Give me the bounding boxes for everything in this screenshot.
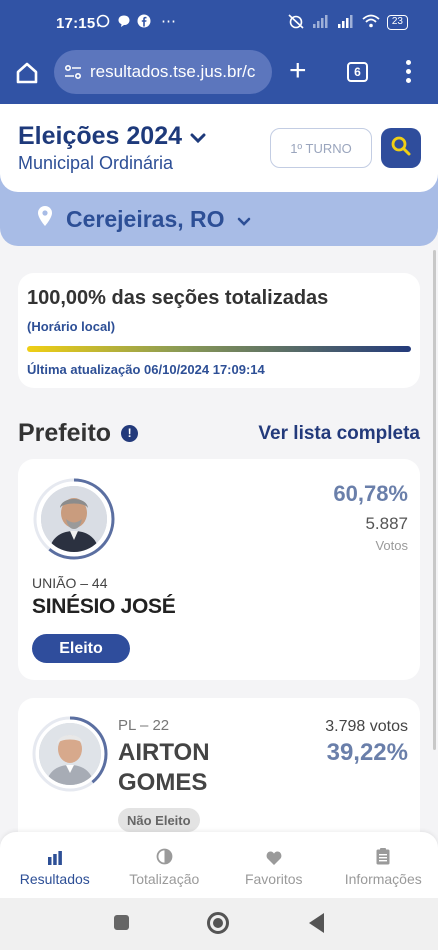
nav-label: Favoritos bbox=[244, 871, 303, 887]
totalization-card: 100,00% das seções totalizadas (Horário … bbox=[18, 273, 420, 388]
scrollbar[interactable] bbox=[433, 250, 436, 750]
avatar bbox=[39, 723, 101, 785]
clipboard-icon bbox=[376, 847, 390, 865]
new-tab-icon[interactable]: + bbox=[289, 56, 307, 86]
home-button[interactable] bbox=[207, 912, 229, 934]
signal-icon bbox=[312, 14, 330, 31]
chat-icon bbox=[117, 14, 131, 31]
candidate-party: UNIÃO – 44 bbox=[32, 575, 108, 591]
nav-label: Informações bbox=[344, 871, 422, 887]
system-icons: 23 bbox=[287, 13, 408, 32]
facebook-icon bbox=[137, 14, 151, 31]
turn-button[interactable]: 1º TURNO bbox=[270, 128, 372, 168]
candidate-name: SINÉSIO JOSÉ bbox=[32, 595, 176, 618]
office-title: Prefeito bbox=[18, 419, 112, 447]
progress-fill bbox=[27, 346, 411, 352]
totalization-progress-bar bbox=[27, 346, 411, 352]
candidate-percent: 60,78% bbox=[333, 481, 408, 506]
local-time-label: (Horário local) bbox=[27, 319, 116, 334]
search-icon bbox=[390, 135, 412, 162]
totalization-title: 100,00% das seções totalizadas bbox=[27, 287, 329, 309]
office-heading: Prefeito ! bbox=[18, 419, 139, 448]
browser-toolbar: resultados.tse.jus.br/c + 6 bbox=[0, 46, 438, 104]
search-button[interactable] bbox=[381, 128, 421, 168]
election-header: Eleições 2024 Municipal Ordinária 1º TUR… bbox=[0, 104, 438, 192]
system-navigation-bar bbox=[0, 898, 438, 950]
whatsapp-icon bbox=[96, 14, 110, 31]
status-bar: 17:15 ⋯ 23 bbox=[0, 0, 438, 46]
pie-icon bbox=[156, 847, 173, 865]
avatar bbox=[41, 486, 107, 552]
candidate-card[interactable]: PL – 22 AIRTON GOMES 3.798 votos 39,22% … bbox=[18, 698, 420, 848]
chevron-down-icon bbox=[237, 206, 251, 233]
nav-results[interactable]: Resultados bbox=[0, 832, 110, 898]
alarm-off-icon bbox=[287, 13, 305, 32]
tab-switcher-button[interactable]: 6 bbox=[347, 62, 368, 82]
candidate-photo bbox=[32, 477, 116, 561]
candidate-votes: 3.798 votos bbox=[325, 718, 408, 735]
back-button[interactable] bbox=[309, 913, 324, 933]
location-pin-icon bbox=[36, 205, 54, 233]
location-selector[interactable]: Cerejeiras, RO bbox=[36, 205, 251, 233]
candidate-votes: 5.887 bbox=[365, 514, 408, 533]
status-time: 17:15 bbox=[56, 15, 96, 32]
chevron-down-icon bbox=[190, 122, 206, 151]
info-icon[interactable]: ! bbox=[121, 425, 139, 442]
site-settings-icon[interactable] bbox=[64, 63, 82, 81]
signal-icon-2 bbox=[337, 14, 355, 31]
url-text: resultados.tse.jus.br/c bbox=[90, 62, 256, 81]
battery-icon: 23 bbox=[386, 15, 408, 30]
location-name: Cerejeiras, RO bbox=[66, 205, 225, 232]
wifi-icon bbox=[362, 14, 380, 31]
nav-favorites[interactable]: Favoritos bbox=[219, 832, 329, 898]
candidate-name: AIRTON GOMES bbox=[118, 739, 210, 796]
bar-chart-icon bbox=[47, 847, 63, 865]
nav-totalization[interactable]: Totalização bbox=[110, 832, 220, 898]
status-badge: Eleito bbox=[32, 634, 130, 663]
election-title: Eleições 2024 bbox=[18, 122, 183, 150]
nav-information[interactable]: Informações bbox=[329, 832, 438, 898]
candidate-party: PL – 22 bbox=[118, 717, 170, 734]
votes-label: Votos bbox=[375, 538, 408, 553]
candidate-percent: 39,22% bbox=[326, 739, 408, 766]
nav-label: Totalização bbox=[129, 871, 200, 887]
candidate-card[interactable]: 60,78% 5.887 Votos UNIÃO – 44 SINÉSIO JO… bbox=[18, 459, 420, 680]
election-subtitle: Municipal Ordinária bbox=[18, 153, 174, 173]
bottom-navigation: Resultados Totalização Favoritos Informa… bbox=[0, 832, 438, 898]
election-selector[interactable]: Eleições 2024 bbox=[18, 122, 206, 151]
heart-icon bbox=[266, 847, 282, 865]
home-icon[interactable] bbox=[14, 60, 40, 86]
nav-label: Resultados bbox=[19, 871, 90, 887]
candidate-photo bbox=[31, 715, 109, 793]
overflow-menu-icon[interactable] bbox=[406, 60, 414, 87]
see-full-list-link[interactable]: Ver lista completa bbox=[258, 423, 420, 445]
url-bar[interactable]: resultados.tse.jus.br/c bbox=[54, 50, 272, 94]
last-update: Última atualização 06/10/2024 17:09:14 bbox=[27, 362, 265, 377]
status-badge: Não Eleito bbox=[118, 808, 200, 832]
more-notifications-icon: ⋯ bbox=[161, 13, 176, 30]
recents-button[interactable] bbox=[114, 915, 129, 930]
